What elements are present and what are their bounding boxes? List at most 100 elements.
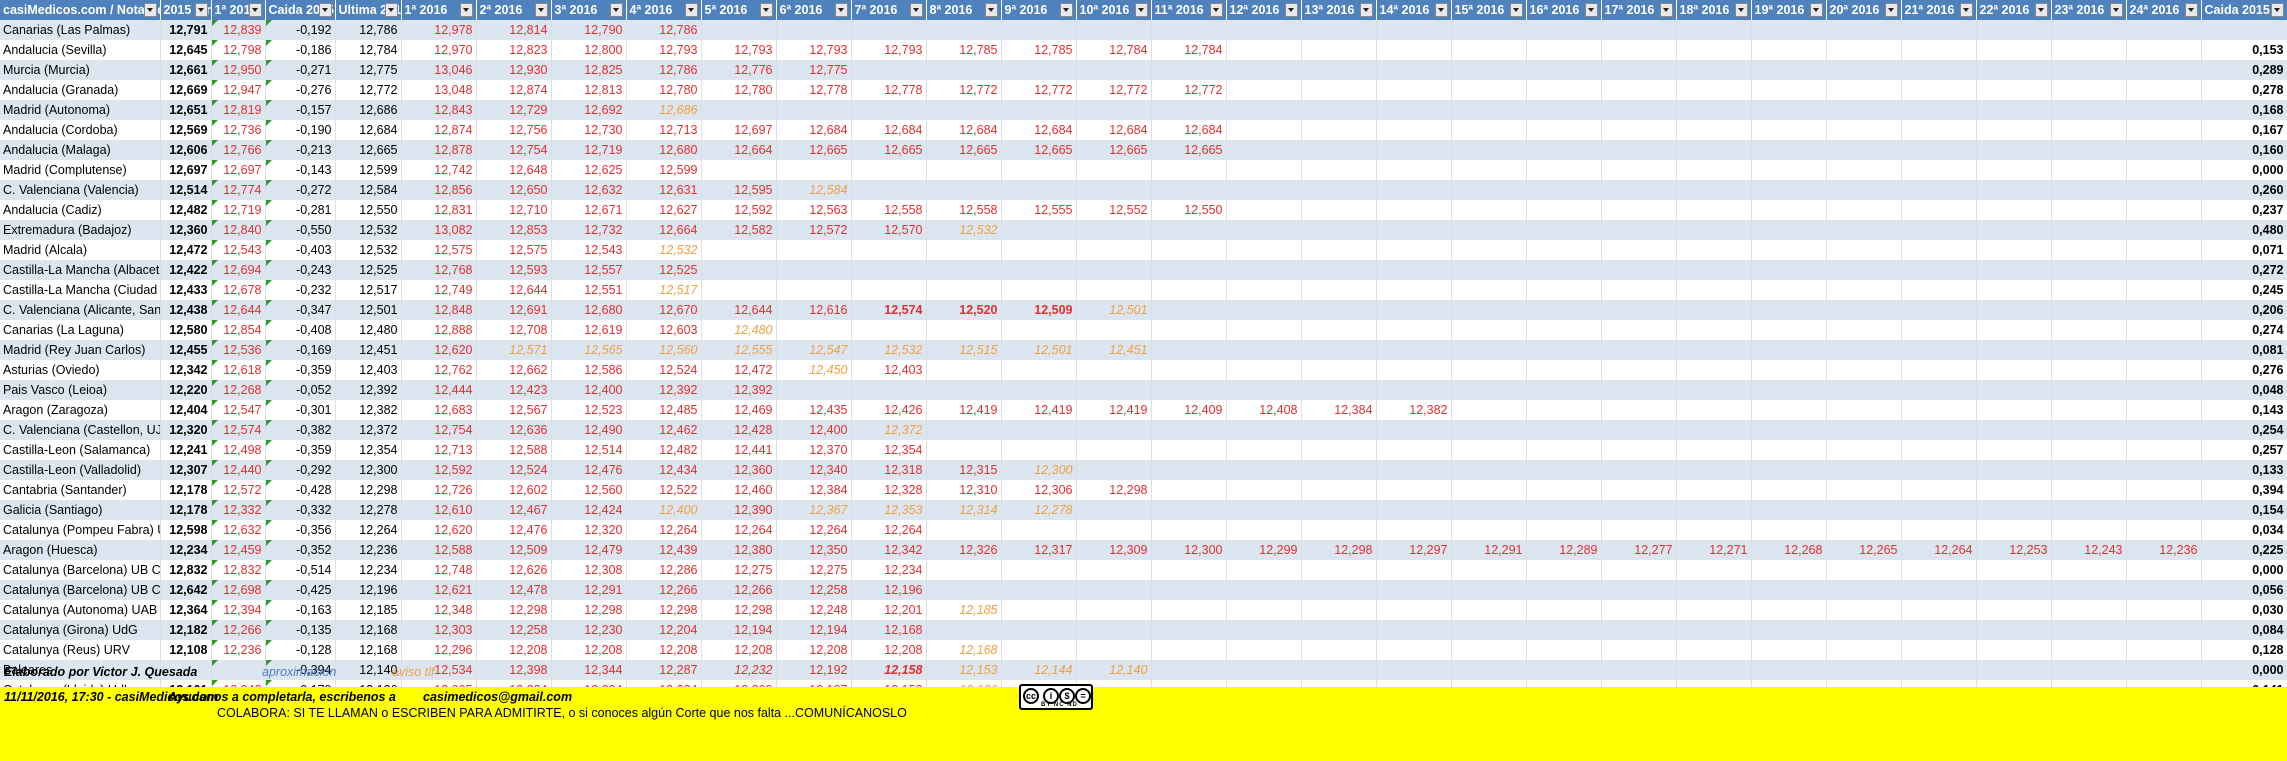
drop-total-cell[interactable]: 0,206 <box>2201 300 2287 320</box>
empty-cell[interactable] <box>2051 240 2127 260</box>
first-2015-cell[interactable]: 12,719 <box>211 200 266 220</box>
empty-cell[interactable] <box>1601 600 1677 620</box>
cutoff-cell[interactable]: 12,572 <box>776 220 852 240</box>
cutoff-cell[interactable]: 12,478 <box>476 580 552 600</box>
empty-cell[interactable] <box>1226 560 1302 580</box>
empty-cell[interactable] <box>701 280 777 300</box>
cutoff-cell[interactable]: 12,878 <box>401 140 477 160</box>
cutoff-cell[interactable]: 12,482 <box>626 440 702 460</box>
empty-cell[interactable] <box>1151 640 1227 660</box>
empty-cell[interactable] <box>2126 420 2202 440</box>
empty-cell[interactable] <box>1601 60 1677 80</box>
cutoff-cell[interactable]: 12,264 <box>776 520 852 540</box>
empty-cell[interactable] <box>1301 320 1377 340</box>
empty-cell[interactable] <box>1076 160 1152 180</box>
cutoff-cell[interactable]: 12,749 <box>401 280 477 300</box>
cutoff-cell[interactable]: 12,793 <box>626 40 702 60</box>
cutoff-cell[interactable]: 12,275 <box>701 560 777 580</box>
filter-dropdown-icon[interactable] <box>1884 3 1898 17</box>
empty-cell[interactable] <box>1751 20 1827 40</box>
drop-total-cell[interactable]: 0,154 <box>2201 500 2287 520</box>
empty-cell[interactable] <box>1526 240 1602 260</box>
empty-cell[interactable] <box>1151 240 1227 260</box>
drop-2015-cell[interactable]: -0,332 <box>265 500 336 520</box>
cutoff-cell[interactable]: 12,729 <box>476 100 552 120</box>
empty-cell[interactable] <box>1976 120 2052 140</box>
empty-cell[interactable] <box>1301 660 1377 680</box>
empty-cell[interactable] <box>1301 340 1377 360</box>
empty-cell[interactable] <box>1076 260 1152 280</box>
cutoff-cell[interactable]: 12,588 <box>401 540 477 560</box>
cutoff-cell[interactable]: 12,522 <box>626 480 702 500</box>
filter-dropdown-icon[interactable] <box>684 3 698 17</box>
empty-cell[interactable] <box>1151 620 1227 640</box>
cutoff-cell[interactable]: 12,665 <box>926 140 1002 160</box>
first-2015-cell[interactable]: 12,547 <box>211 400 266 420</box>
empty-cell[interactable] <box>1151 220 1227 240</box>
empty-cell[interactable] <box>1901 440 1977 460</box>
empty-cell[interactable] <box>1976 360 2052 380</box>
empty-cell[interactable] <box>1751 300 1827 320</box>
final-2015-cell[interactable]: 12,342 <box>160 360 212 380</box>
empty-cell[interactable] <box>1976 560 2052 580</box>
cutoff-cell[interactable]: 12,287 <box>626 660 702 680</box>
empty-cell[interactable] <box>1451 340 1527 360</box>
empty-cell[interactable] <box>1826 380 1902 400</box>
empty-cell[interactable] <box>1451 460 1527 480</box>
empty-cell[interactable] <box>701 20 777 40</box>
cutoff-cell[interactable]: 12,793 <box>851 40 927 60</box>
empty-cell[interactable] <box>1226 260 1302 280</box>
cutoff-cell[interactable]: 12,772 <box>1151 80 1227 100</box>
empty-cell[interactable] <box>1301 240 1377 260</box>
cutoff-cell[interactable]: 12,625 <box>551 160 627 180</box>
empty-cell[interactable] <box>1076 440 1152 460</box>
last-2016-cell[interactable]: 12,278 <box>335 500 402 520</box>
empty-cell[interactable] <box>1901 620 1977 640</box>
column-header[interactable]: 21ª 2016 <box>1901 0 1977 20</box>
cutoff-cell[interactable]: 12,558 <box>926 200 1002 220</box>
empty-cell[interactable] <box>1301 560 1377 580</box>
cutoff-cell[interactable]: 12,208 <box>476 640 552 660</box>
cutoff-cell[interactable]: 12,644 <box>476 280 552 300</box>
cutoff-cell[interactable]: 12,392 <box>626 380 702 400</box>
cutoff-cell[interactable]: 12,310 <box>926 480 1002 500</box>
cutoff-cell[interactable]: 12,196 <box>851 580 927 600</box>
empty-cell[interactable] <box>1151 440 1227 460</box>
empty-cell[interactable] <box>1751 580 1827 600</box>
university-name-cell[interactable]: Madrid (Complutense) <box>0 160 161 180</box>
empty-cell[interactable] <box>1526 200 1602 220</box>
empty-cell[interactable] <box>1526 340 1602 360</box>
empty-cell[interactable] <box>1301 140 1377 160</box>
empty-cell[interactable] <box>1376 260 1452 280</box>
cutoff-cell[interactable]: 12,320 <box>551 520 627 540</box>
empty-cell[interactable] <box>851 100 927 120</box>
empty-cell[interactable] <box>1001 320 1077 340</box>
cutoff-cell[interactable]: 12,348 <box>401 600 477 620</box>
empty-cell[interactable] <box>1901 520 1977 540</box>
university-name-cell[interactable]: Canarias (La Laguna) <box>0 320 161 340</box>
empty-cell[interactable] <box>1376 480 1452 500</box>
empty-cell[interactable] <box>1751 160 1827 180</box>
empty-cell[interactable] <box>1751 600 1827 620</box>
empty-cell[interactable] <box>2126 260 2202 280</box>
empty-cell[interactable] <box>1226 340 1302 360</box>
empty-cell[interactable] <box>1001 180 1077 200</box>
final-2015-cell[interactable]: 12,642 <box>160 580 212 600</box>
cutoff-cell[interactable]: 12,360 <box>701 460 777 480</box>
empty-cell[interactable] <box>1976 220 2052 240</box>
column-header[interactable]: 2015 Fina <box>160 0 212 20</box>
filter-dropdown-icon[interactable] <box>1284 3 1298 17</box>
empty-cell[interactable] <box>1301 480 1377 500</box>
empty-cell[interactable] <box>1676 580 1752 600</box>
empty-cell[interactable] <box>926 620 1002 640</box>
drop-2015-cell[interactable]: -0,213 <box>265 140 336 160</box>
empty-cell[interactable] <box>1901 320 1977 340</box>
last-2016-cell[interactable]: 12,686 <box>335 100 402 120</box>
drop-total-cell[interactable]: 0,168 <box>2201 100 2287 120</box>
empty-cell[interactable] <box>2051 460 2127 480</box>
cutoff-cell[interactable]: 12,680 <box>626 140 702 160</box>
cutoff-cell[interactable]: 12,784 <box>1151 40 1227 60</box>
cutoff-cell[interactable]: 12,380 <box>701 540 777 560</box>
cutoff-cell[interactable]: 12,686 <box>626 100 702 120</box>
empty-cell[interactable] <box>1901 100 1977 120</box>
